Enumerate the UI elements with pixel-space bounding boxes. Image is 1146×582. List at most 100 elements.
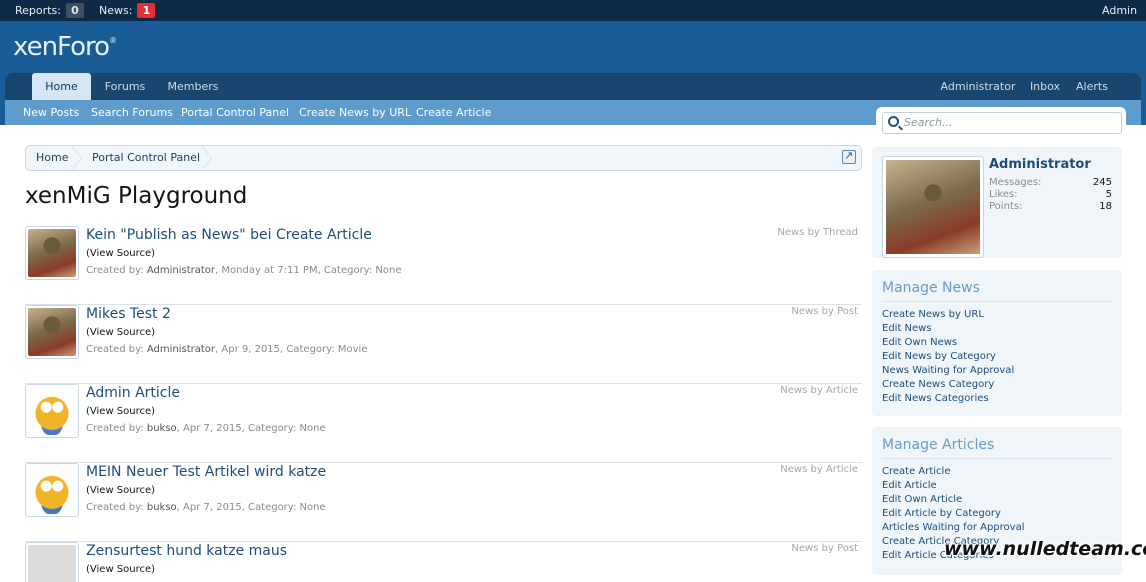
news-meta: Created by: Administrator, Monday at 7:1… <box>86 265 402 276</box>
logo-mark: ® <box>109 36 117 45</box>
subnav-new-posts[interactable]: New Posts <box>23 100 79 125</box>
logo-text: xenForo <box>13 32 110 62</box>
news-title[interactable]: Zensurtest hund katze maus <box>86 542 287 560</box>
visitor-name[interactable]: Administrator <box>989 157 1091 172</box>
news-meta-details: , Apr 7, 2015, Category: None <box>176 423 326 434</box>
search-icon <box>888 116 899 127</box>
alerts-link[interactable]: Alerts <box>1073 73 1111 100</box>
link-edit-article[interactable]: Edit Article <box>882 479 1025 493</box>
view-source-link[interactable]: (View Source) <box>86 327 155 338</box>
goblin-avatar-image <box>886 160 980 254</box>
site-logo[interactable]: xenForo® <box>13 32 117 62</box>
stat-label: Messages: <box>989 177 1042 188</box>
news-label: News: <box>99 4 133 17</box>
link-create-article[interactable]: Create Article <box>882 465 1025 479</box>
divider <box>882 458 1112 459</box>
owl-avatar[interactable] <box>25 463 79 517</box>
news-title[interactable]: Admin Article <box>86 384 180 402</box>
news-meta: Created by: bukso, Apr 7, 2015, Category… <box>86 423 326 434</box>
link-edit-news[interactable]: Edit News <box>882 322 1014 336</box>
author-link[interactable]: bukso <box>147 502 177 513</box>
subnav-create-news-by-url[interactable]: Create News by URL <box>299 100 411 125</box>
stat-value: 245 <box>1092 177 1112 188</box>
visitor-avatar[interactable] <box>882 156 984 258</box>
link-edit-news-by-category[interactable]: Edit News by Category <box>882 350 1014 364</box>
manage-news-block: Manage News Create News by URL Edit News… <box>872 270 1122 416</box>
created-by-label: Created by: <box>86 502 144 513</box>
news-type-label: News by Article <box>780 385 858 396</box>
jump-to-icon[interactable] <box>842 149 856 164</box>
author-link[interactable]: bukso <box>147 423 177 434</box>
page-title: xenMiG Playground <box>25 183 248 209</box>
search-placeholder: Search... <box>904 116 953 129</box>
stat-value: 5 <box>1105 189 1112 200</box>
news-item: Admin Article (View Source) Created by: … <box>25 384 862 463</box>
breadcrumb-separator <box>201 146 220 170</box>
news-type-label: News by Thread <box>777 227 858 238</box>
manage-articles-heading: Manage Articles <box>882 437 995 453</box>
view-source-link[interactable]: (View Source) <box>86 564 155 575</box>
search-input[interactable]: Search... <box>882 112 1122 134</box>
stat-messages: Messages: 245 <box>989 177 1112 189</box>
link-create-news-category[interactable]: Create News Category <box>882 378 1014 392</box>
breadcrumb-home[interactable]: Home <box>36 146 68 170</box>
news-title[interactable]: Kein "Publish as News" bei Create Articl… <box>86 226 372 244</box>
tab-home[interactable]: Home <box>32 73 91 101</box>
owl-avatar-image <box>28 387 76 435</box>
link-edit-article-by-category[interactable]: Edit Article by Category <box>882 507 1025 521</box>
news-meta-details: , Apr 9, 2015, Category: Movie <box>215 344 368 355</box>
news-title[interactable]: MEIN Neuer Test Artikel wird katze <box>86 463 326 481</box>
created-by-label: Created by: <box>86 265 144 276</box>
stat-value: 18 <box>1099 201 1112 212</box>
link-edit-own-news[interactable]: Edit Own News <box>882 336 1014 350</box>
link-articles-waiting-for-approval[interactable]: Articles Waiting for Approval <box>882 521 1025 535</box>
reports-link[interactable]: Reports: 0 <box>15 0 84 21</box>
goblin-avatar[interactable] <box>25 226 79 280</box>
view-source-link[interactable]: (View Source) <box>86 406 155 417</box>
subnav-search-forums[interactable]: Search Forums <box>91 100 173 125</box>
admin-bar: Reports: 0 News: 1 Admin <box>0 0 1146 21</box>
owl-avatar-image <box>28 466 76 514</box>
author-link[interactable]: Administrator <box>147 344 215 355</box>
news-title[interactable]: Mikes Test 2 <box>86 305 171 323</box>
inbox-link[interactable]: Inbox <box>1027 73 1063 100</box>
news-type-label: News by Post <box>791 306 858 317</box>
created-by-label: Created by: <box>86 344 144 355</box>
search-panel: Search... <box>876 107 1126 139</box>
owl-avatar[interactable] <box>25 384 79 438</box>
view-source-link[interactable]: (View Source) <box>86 248 155 259</box>
news-item: Mikes Test 2 (View Source) Created by: A… <box>25 305 862 384</box>
manage-news-links: Create News by URL Edit News Edit Own Ne… <box>882 308 1014 406</box>
divider <box>882 301 1112 302</box>
news-count-badge: 1 <box>137 3 156 18</box>
link-news-waiting-for-approval[interactable]: News Waiting for Approval <box>882 364 1014 378</box>
news-meta-details: , Monday at 7:11 PM, Category: None <box>215 265 402 276</box>
stat-points: Points: 18 <box>989 201 1112 213</box>
manage-news-heading: Manage News <box>882 280 980 296</box>
unknown-avatar[interactable] <box>25 542 79 582</box>
news-item: Kein "Publish as News" bei Create Articl… <box>25 226 862 305</box>
breadcrumb-separator <box>71 146 90 170</box>
reports-count-badge: 0 <box>65 3 84 18</box>
link-create-news-by-url[interactable]: Create News by URL <box>882 308 1014 322</box>
news-link[interactable]: News: 1 <box>99 0 156 21</box>
news-type-label: News by Post <box>791 543 858 554</box>
reports-label: Reports: <box>15 4 61 17</box>
link-edit-own-article[interactable]: Edit Own Article <box>882 493 1025 507</box>
subnav-portal-control-panel[interactable]: Portal Control Panel <box>181 100 289 125</box>
news-meta-details: , Apr 7, 2015, Category: None <box>176 502 326 513</box>
link-edit-news-categories[interactable]: Edit News Categories <box>882 392 1014 406</box>
tab-forums[interactable]: Forums <box>97 73 153 100</box>
subnav-create-article[interactable]: Create Article <box>416 100 491 125</box>
account-menu[interactable]: Administrator <box>939 73 1017 100</box>
goblin-avatar[interactable] <box>25 305 79 359</box>
goblin-avatar-image <box>28 229 76 277</box>
news-item: Zensurtest hund katze maus (View Source)… <box>25 542 862 582</box>
visitor-panel: Administrator Messages: 245 Likes: 5 Point… <box>872 147 1122 258</box>
admin-link[interactable]: Admin <box>1102 0 1137 21</box>
tab-members[interactable]: Members <box>161 73 225 100</box>
author-link[interactable]: Administrator <box>147 265 215 276</box>
breadcrumb-portal-control-panel[interactable]: Portal Control Panel <box>92 146 200 170</box>
view-source-link[interactable]: (View Source) <box>86 485 155 496</box>
unknown-avatar-image <box>28 545 76 582</box>
